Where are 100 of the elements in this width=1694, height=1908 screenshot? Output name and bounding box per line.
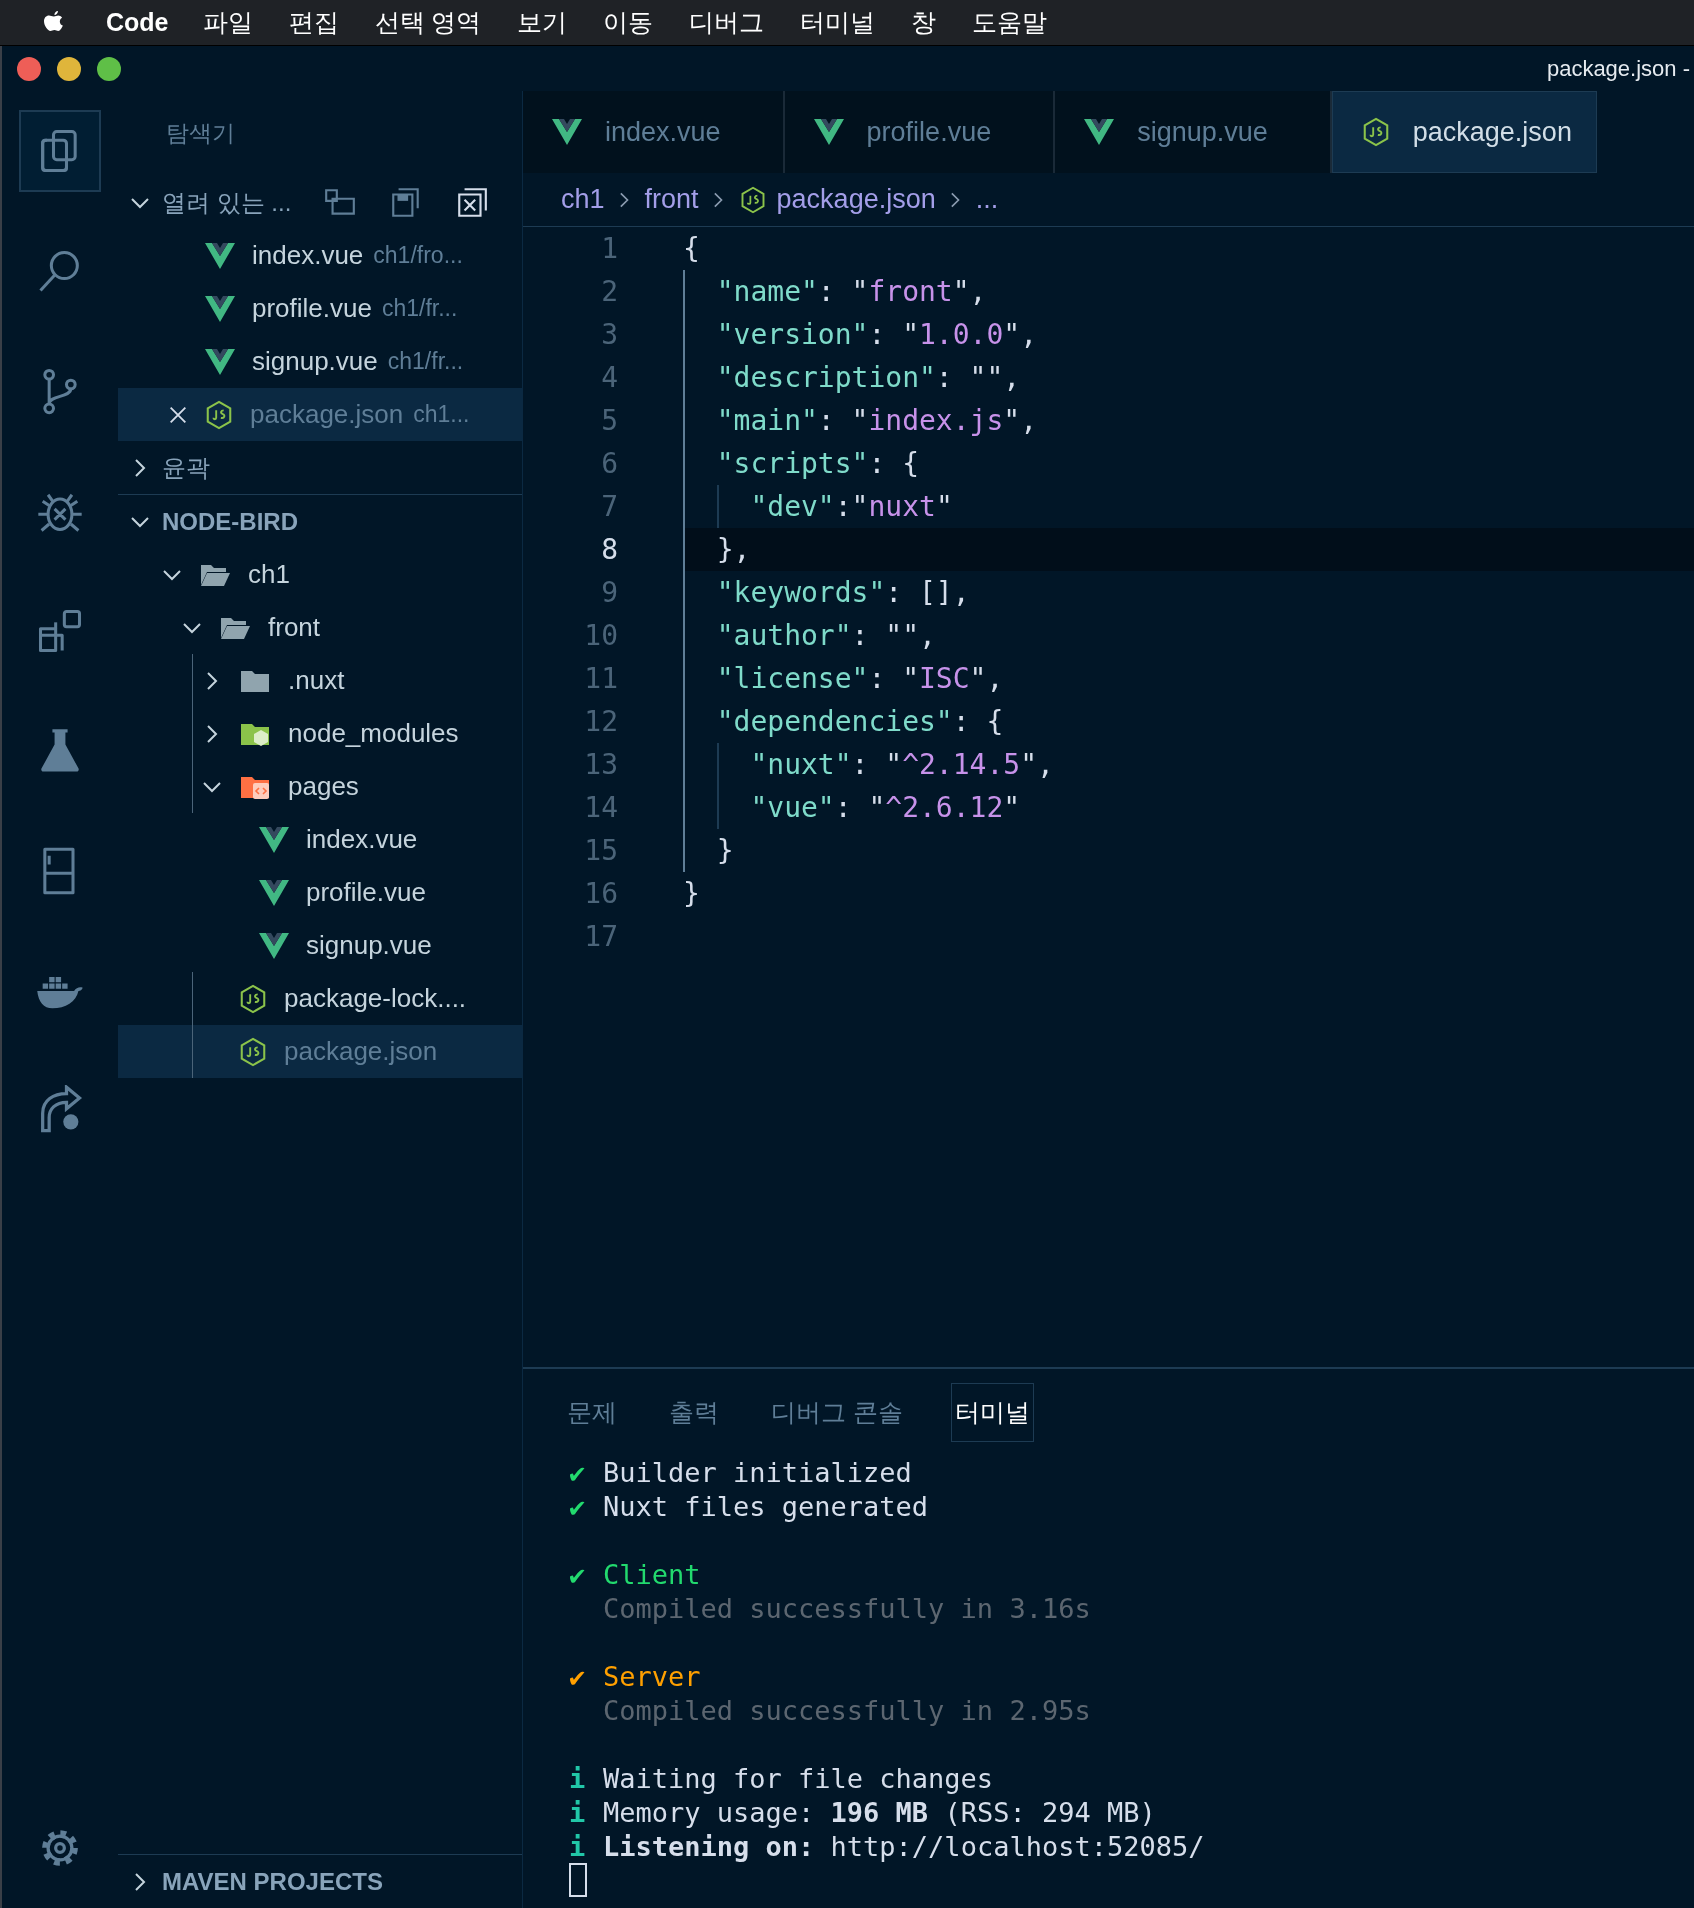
menu-item[interactable]: 편집 (288, 6, 339, 39)
tree-item[interactable]: pages (118, 760, 522, 813)
open-editor-item[interactable]: profile.vue ch1/fr... (118, 282, 522, 335)
code-line: "main": "index.js", (716, 404, 1037, 437)
code-line: "scripts": { (716, 447, 919, 480)
line-number: 16 (583, 877, 618, 910)
app-menu[interactable]: Code (106, 8, 169, 37)
menu-item[interactable]: 보기 (517, 6, 568, 39)
terminal-line: Compiled successfully in 3.16s (603, 1592, 1091, 1624)
section-title[interactable]: NODE-BIRD (162, 507, 298, 536)
terminal-line: Nuxt files generated (603, 1490, 929, 1522)
terminal-line: Waiting for file changes (603, 1762, 994, 1794)
line-number: 4 (600, 361, 618, 394)
menu-item[interactable]: 터미널 (800, 6, 876, 39)
terminal-line: Compiled successfully in 2.95s (603, 1694, 1091, 1726)
line-number: 8 (600, 533, 618, 566)
menu-item[interactable]: 파일 (202, 6, 253, 39)
breadcrumb-item[interactable]: ... (975, 184, 999, 215)
code-line: }, (716, 533, 751, 566)
code-line: "license": "ISC", (716, 662, 1004, 695)
tree-item[interactable]: index.vue (118, 813, 522, 866)
hexagon-icon (204, 399, 234, 430)
code-line: "dependencies": { (716, 705, 1004, 738)
tree-item[interactable]: .nuxt (118, 654, 522, 707)
window-title: package.json - (1546, 55, 1691, 82)
terminal-line: Builder initialized (603, 1456, 912, 1488)
line-number: 2 (600, 275, 618, 308)
line-number: 9 (600, 576, 618, 609)
tree-item[interactable]: signup.vue (118, 919, 522, 972)
terminal-line: Memory usage: 196 MB (RSS: 294 MB) (603, 1796, 1156, 1828)
info-mark: i (569, 1796, 586, 1828)
info-mark: i (569, 1830, 586, 1862)
code-line: "dev":"nuxt" (750, 490, 953, 523)
check-mark: ✔ (569, 1490, 586, 1522)
code-line: { (683, 232, 700, 265)
code-line: } (683, 877, 700, 910)
check-mark: ✔ (569, 1558, 586, 1590)
editor-tab[interactable]: index.vue (523, 91, 785, 173)
line-number: 7 (600, 490, 618, 523)
vue-icon (258, 878, 290, 907)
line-number: 11 (583, 662, 618, 695)
terminal-line: Client (603, 1558, 701, 1590)
close-all-icon[interactable] (455, 185, 490, 220)
explorer-title: 탐색기 (166, 119, 235, 148)
breadcrumb-item[interactable]: front (644, 184, 699, 215)
panel-tab[interactable]: 터미널 (950, 1382, 1034, 1442)
vue-icon (812, 118, 845, 146)
line-number: 14 (583, 791, 618, 824)
tree-item[interactable]: front (118, 601, 522, 654)
hexagon-icon (238, 983, 268, 1014)
check-mark: ✔ (569, 1660, 586, 1692)
tree-item[interactable]: profile.vue (118, 866, 522, 919)
panel-tab[interactable]: 문제 (563, 1382, 621, 1442)
section-title[interactable]: 윤곽 (162, 451, 210, 484)
menu-item[interactable]: 선택 영역 (374, 6, 482, 39)
hexagon-icon (238, 1036, 268, 1067)
panel-tab[interactable]: 출력 (665, 1382, 723, 1442)
line-number: 10 (583, 619, 618, 652)
minimize-window-icon[interactable] (57, 56, 81, 81)
line-number: 17 (583, 920, 618, 953)
vue-icon (1083, 118, 1116, 146)
terminal-line: Listening on: http://localhost:52085/ (603, 1830, 1205, 1862)
section-title[interactable]: 열려 있는 ... (162, 186, 292, 219)
code-line: "vue": "^2.6.12" (750, 791, 1021, 824)
check-mark: ✔ (569, 1456, 586, 1488)
line-number: 3 (600, 318, 618, 351)
open-editor-item[interactable]: signup.vue ch1/fr... (118, 335, 522, 388)
open-editor-item[interactable]: index.vue ch1/fro... (118, 229, 522, 282)
close-window-icon[interactable] (17, 56, 41, 81)
breadcrumb-item[interactable]: ch1 (561, 184, 605, 215)
editor-tab[interactable]: profile.vue (784, 91, 1056, 173)
editor-tab[interactable]: package.json (1331, 91, 1597, 173)
vue-icon (551, 118, 583, 146)
section-title[interactable]: MAVEN PROJECTS (162, 1867, 383, 1896)
menu-item[interactable]: 디버그 (689, 6, 765, 39)
vue-icon (258, 931, 290, 960)
editor-tab[interactable]: signup.vue (1055, 91, 1332, 173)
terminal-line: Server (603, 1660, 701, 1692)
code-line: "keywords": [], (716, 576, 970, 609)
zoom-window-icon[interactable] (97, 56, 121, 81)
vue-icon (204, 294, 236, 323)
activity-button[interactable] (19, 110, 101, 192)
menu-item[interactable]: 도움말 (972, 6, 1048, 39)
vue-icon (204, 347, 236, 376)
code-line: "nuxt": "^2.14.5", (750, 748, 1054, 781)
code-line: } (716, 834, 734, 867)
breadcrumb-item[interactable]: package.json (776, 184, 936, 215)
vue-icon (204, 241, 236, 270)
code-line: "version": "1.0.0", (716, 318, 1037, 351)
tree-item[interactable]: ch1 (118, 548, 522, 601)
line-number: 13 (583, 748, 618, 781)
panel-tab[interactable]: 디버그 콘솔 (767, 1382, 907, 1442)
tree-item[interactable]: node_modules (118, 707, 522, 760)
code-line: "author": "", (716, 619, 936, 652)
menu-item[interactable]: 이동 (603, 6, 654, 39)
menu-item[interactable]: 창 (911, 6, 937, 39)
code-line: "description": "", (716, 361, 1021, 394)
tree-item[interactable]: package-lock.... (118, 972, 522, 1025)
info-mark: i (569, 1762, 586, 1794)
line-number: 1 (600, 232, 618, 265)
